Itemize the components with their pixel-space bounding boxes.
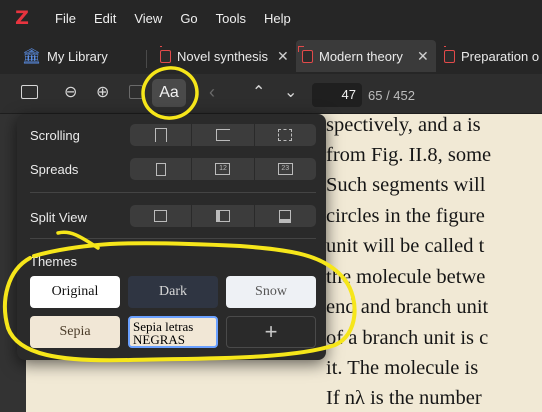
back-icon[interactable]: ‹: [209, 82, 215, 103]
tab-label: My Library: [47, 48, 108, 64]
close-icon[interactable]: ✕: [277, 48, 289, 65]
odd-spreads-button[interactable]: 12: [192, 158, 255, 180]
menu-help[interactable]: Help: [264, 11, 291, 26]
theme-sepia-letras-negras[interactable]: Sepia letras NEGRAS: [128, 316, 218, 348]
page-total: 65 / 452: [368, 88, 415, 103]
next-page-icon[interactable]: ⌄: [284, 82, 297, 102]
pdf-icon: [160, 45, 171, 63]
menu-bar: Z File Edit View Go Tools Help: [0, 0, 542, 36]
vertical-split-button[interactable]: [192, 205, 255, 227]
tab-label: Novel synthesis: [177, 48, 269, 64]
odd-spread-icon: 12: [215, 163, 231, 175]
zoom-page-icon[interactable]: [129, 85, 143, 99]
vertical-split-icon: [215, 210, 230, 222]
pdf-icon: [298, 45, 313, 63]
tab-label: Preparation o: [461, 48, 540, 64]
no-split-button[interactable]: [130, 205, 193, 227]
horizontal-split-icon: [279, 209, 292, 223]
zoom-out-icon[interactable]: ⊖: [64, 82, 77, 102]
no-split-icon: [154, 210, 168, 222]
document-line: of a branch unit is c: [326, 327, 489, 349]
themes-label: Themes: [30, 254, 77, 269]
add-theme-button[interactable]: +: [226, 316, 316, 348]
divider: [30, 192, 316, 193]
theme-sepia[interactable]: Sepia: [30, 316, 120, 348]
scrolling-options: [130, 124, 316, 146]
document-line: end and branch unit: [326, 296, 489, 318]
spreads-options: 12 23: [130, 158, 316, 180]
sidebar-toggle-icon[interactable]: [21, 85, 38, 99]
page-number-input[interactable]: 47: [312, 83, 362, 107]
horizontal-scroll-button[interactable]: [192, 124, 255, 146]
document-line: Such segments will: [326, 174, 486, 196]
reader-toolbar: ⊖ ⊕ Aa ‹ ⌃ ⌄ 47 65 / 452: [0, 74, 542, 114]
tab-divider: [146, 50, 147, 68]
menu-edit[interactable]: Edit: [94, 11, 116, 26]
theme-original[interactable]: Original: [30, 276, 120, 308]
zoom-in-icon[interactable]: ⊕: [96, 82, 109, 102]
appearance-popup: Scrolling Spreads 12 23 Split View Theme…: [17, 114, 326, 360]
zotero-logo[interactable]: Z: [0, 7, 44, 29]
document-line: circles in the figure: [326, 205, 485, 227]
wrapped-scroll-button[interactable]: [255, 124, 316, 146]
no-spreads-button[interactable]: [130, 158, 193, 180]
theme-snow[interactable]: Snow: [226, 276, 316, 308]
menu-file[interactable]: File: [55, 11, 76, 26]
vertical-scroll-button[interactable]: [130, 124, 193, 146]
close-icon[interactable]: ✕: [417, 48, 429, 65]
previous-page-icon[interactable]: ⌃: [252, 82, 265, 102]
menu-go[interactable]: Go: [180, 11, 197, 26]
theme-dark[interactable]: Dark: [128, 276, 218, 308]
pdf-icon: [444, 45, 455, 63]
scrolling-label: Scrolling: [30, 128, 80, 143]
library-icon: 🏛: [22, 48, 42, 65]
even-spreads-button[interactable]: 23: [255, 158, 316, 180]
document-line: it. The molecule is: [326, 357, 479, 379]
appearance-button[interactable]: Aa: [152, 79, 186, 107]
horizontal-scroll-icon: [215, 129, 230, 141]
document-line: spectively, and a is: [326, 114, 481, 136]
single-page-icon: [155, 162, 166, 176]
tab-my-library[interactable]: 🏛 My Library: [22, 40, 142, 72]
tab-preparation[interactable]: Preparation o: [444, 40, 542, 72]
tab-novel-synthesis[interactable]: Novel synthesis ✕: [160, 40, 292, 72]
menu-view[interactable]: View: [134, 11, 162, 26]
document-line: If nλ is the number: [326, 387, 482, 409]
split-view-label: Split View: [30, 210, 87, 225]
vertical-scroll-icon: [154, 128, 167, 142]
tab-modern-theory[interactable]: Modern theory ✕: [296, 40, 436, 72]
tab-label: Modern theory: [319, 48, 403, 64]
document-line: unit will be called t: [326, 235, 485, 257]
wrapped-scroll-icon: [278, 129, 293, 141]
document-line: from Fig. II.8, some: [326, 144, 492, 166]
even-spread-icon: 23: [277, 163, 293, 175]
divider: [30, 238, 316, 239]
menu-tools[interactable]: Tools: [216, 11, 246, 26]
document-line: the molecule betwe: [326, 266, 486, 288]
spreads-label: Spreads: [30, 162, 79, 177]
horizontal-split-button[interactable]: [255, 205, 316, 227]
split-view-options: [130, 205, 316, 227]
tab-bar: 🏛 My Library Novel synthesis ✕ Modern th…: [0, 36, 542, 74]
